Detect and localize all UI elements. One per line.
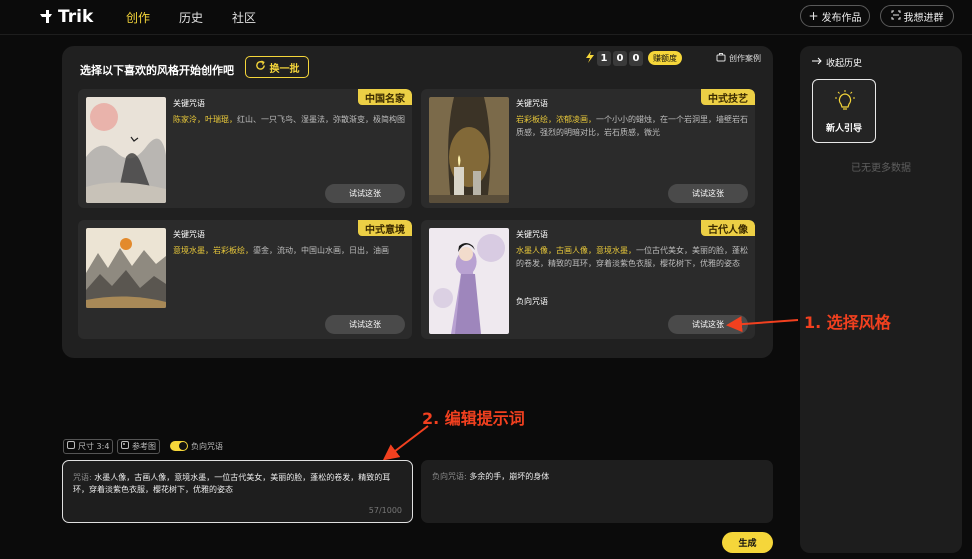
newbie-guide-label: 新人引导	[825, 124, 862, 134]
negative-toggle-label: 负向咒语	[191, 441, 223, 451]
annotation-arrows	[382, 316, 799, 461]
lightning-icon	[585, 50, 595, 66]
prompt-value: 水墨人像，古画人像，意境水墨，一位古代美女，美丽的脸，蓬松的卷发，精致的耳环，穿…	[73, 473, 391, 494]
style-highlights: 水墨人像，古画人像，意境水墨，	[516, 246, 636, 255]
creation-cases-label: 创作案例	[729, 53, 761, 63]
publish-label: 发布作品	[821, 12, 862, 24]
style-description: 陈家泠，叶瑞琨，红山、一只飞鸟、湿墨法，弥散渐变，极简构图	[173, 113, 405, 126]
prompt-label: 咒语:	[73, 473, 92, 482]
try-style-button[interactable]: 试试这张	[325, 184, 405, 203]
annotation-edit-prompt: 2. 编辑提示词	[422, 409, 525, 428]
size-icon	[67, 441, 75, 451]
earn-quota-button[interactable]: 赚额度	[648, 51, 682, 65]
top-bar: Trik 创作 历史 社区 + 发布作品 我想进群	[0, 0, 972, 35]
style-thumbnail-image	[86, 228, 166, 308]
newbie-guide-card[interactable]: 新人引导	[812, 79, 876, 143]
bag-icon	[716, 52, 726, 64]
style-description: 水墨人像，古画人像，意境水墨，一位古代美女，美丽的脸，蓬松的卷发，精致的耳环，穿…	[516, 244, 748, 270]
style-thumbnail-image	[429, 97, 509, 203]
plus-icon: +	[808, 9, 819, 23]
style-card[interactable]: 中式意境 关键咒语 意境水墨，岩彩板绘，鎏金，流动，中国山水画，日出，油画 试试…	[78, 220, 412, 339]
negative-prompt-label: 负向咒语:	[432, 472, 467, 481]
credits-counter: 1 0 0 赚额度	[585, 49, 682, 67]
arrow-right-icon	[812, 57, 822, 68]
style-card[interactable]: 中式技艺 关键咒语 岩彩板绘，浓郁凌画，一个小小的蜡烛，在一个岩洞里，墙壁岩石质…	[421, 89, 755, 208]
reference-image-label: 参考图	[132, 441, 156, 451]
keyword-label: 关键咒语	[173, 230, 205, 239]
join-group-button[interactable]: 我想进群	[880, 5, 954, 27]
annotation-select-style: 1. 选择风格	[804, 313, 891, 332]
negative-prompt-text[interactable]: 负向咒语: 多余的手，崩坏的身体	[432, 471, 549, 482]
style-highlights: 岩彩板绘，浓郁凌画，	[516, 115, 596, 124]
collapse-history-button[interactable]: 收起历史	[812, 56, 862, 69]
style-tag: 中国名家	[358, 89, 412, 105]
prompt-text[interactable]: 咒语: 水墨人像，古画人像，意境水墨，一位古代美女，美丽的脸，蓬松的卷发，精致的…	[73, 472, 405, 496]
style-description: 岩彩板绘，浓郁凌画，一个小小的蜡烛，在一个岩洞里，墙壁岩石质感，强烈的明暗对比，…	[516, 113, 748, 139]
credit-digit: 1	[597, 50, 611, 66]
style-description: 意境水墨，岩彩板绘，鎏金，流动，中国山水画，日出，油画	[173, 244, 405, 257]
lightbulb-icon	[835, 90, 855, 117]
style-tag: 中式技艺	[701, 89, 755, 105]
refresh-icon	[255, 60, 266, 74]
negative-prompt-value: 多余的手，崩坏的身体	[469, 472, 550, 481]
keyword-label: 关键咒语	[173, 99, 205, 108]
history-sidebar: 收起历史 新人引导 已无更多数据	[800, 46, 962, 553]
empty-history-text: 已无更多数据	[851, 163, 911, 174]
credit-digit: 0	[613, 50, 627, 66]
toggle-switch[interactable]	[170, 441, 188, 451]
style-tag: 古代人像	[701, 220, 755, 236]
nav-history[interactable]: 历史	[179, 9, 203, 26]
style-thumbnail-image	[86, 97, 166, 203]
keyword-label: 关键咒语	[516, 230, 548, 239]
image-icon	[121, 441, 129, 451]
reference-image-option[interactable]: 参考图	[117, 438, 160, 454]
negative-label: 负向咒语	[516, 297, 548, 306]
style-desc-text: 鎏金，流动，中国山水画，日出，油画	[253, 246, 389, 255]
negative-prompt-toggle[interactable]: 负向咒语	[170, 439, 223, 453]
panel-title: 选择以下喜欢的风格开始创作吧	[80, 64, 234, 77]
nav-create[interactable]: 创作	[126, 9, 150, 26]
scan-icon	[891, 10, 901, 23]
negative-prompt-input[interactable]: 负向咒语: 多余的手，崩坏的身体	[421, 460, 773, 523]
swap-batch-button[interactable]: 换一批	[245, 56, 309, 78]
credit-digit: 0	[629, 50, 643, 66]
style-card[interactable]: 中国名家 关键咒语 陈家泠，叶瑞琨，红山、一只飞鸟、湿墨法，弥散渐变，极简构图 …	[78, 89, 412, 208]
size-option[interactable]: 尺寸 3:4	[63, 438, 114, 454]
brand-name: Trik	[58, 7, 94, 27]
join-group-label: 我想进群	[903, 12, 944, 24]
keyword-label: 关键咒语	[516, 99, 548, 108]
try-style-button[interactable]: 试试这张	[668, 184, 748, 203]
nav-community[interactable]: 社区	[232, 9, 256, 26]
style-tag: 中式意境	[358, 220, 412, 236]
brand-logo[interactable]: Trik	[38, 7, 93, 27]
creation-cases-button[interactable]: 创作案例	[716, 49, 761, 67]
generate-button[interactable]: 生成	[722, 532, 773, 553]
style-desc-text: 红山、一只飞鸟、湿墨法，弥散渐变，极简构图	[237, 115, 405, 124]
size-label: 尺寸 3:4	[78, 441, 110, 451]
style-highlights: 陈家泠，叶瑞琨，	[173, 115, 237, 124]
brand-logo-icon	[38, 8, 54, 27]
prompt-input[interactable]: 咒语: 水墨人像，古画人像，意境水墨，一位古代美女，美丽的脸，蓬松的卷发，精致的…	[62, 460, 413, 523]
collapse-history-label: 收起历史	[826, 59, 863, 69]
style-highlights: 意境水墨，岩彩板绘，	[173, 246, 253, 255]
swap-batch-label: 换一批	[269, 63, 300, 75]
char-counter: 57/1000	[368, 506, 402, 515]
publish-button[interactable]: + 发布作品	[800, 5, 870, 27]
